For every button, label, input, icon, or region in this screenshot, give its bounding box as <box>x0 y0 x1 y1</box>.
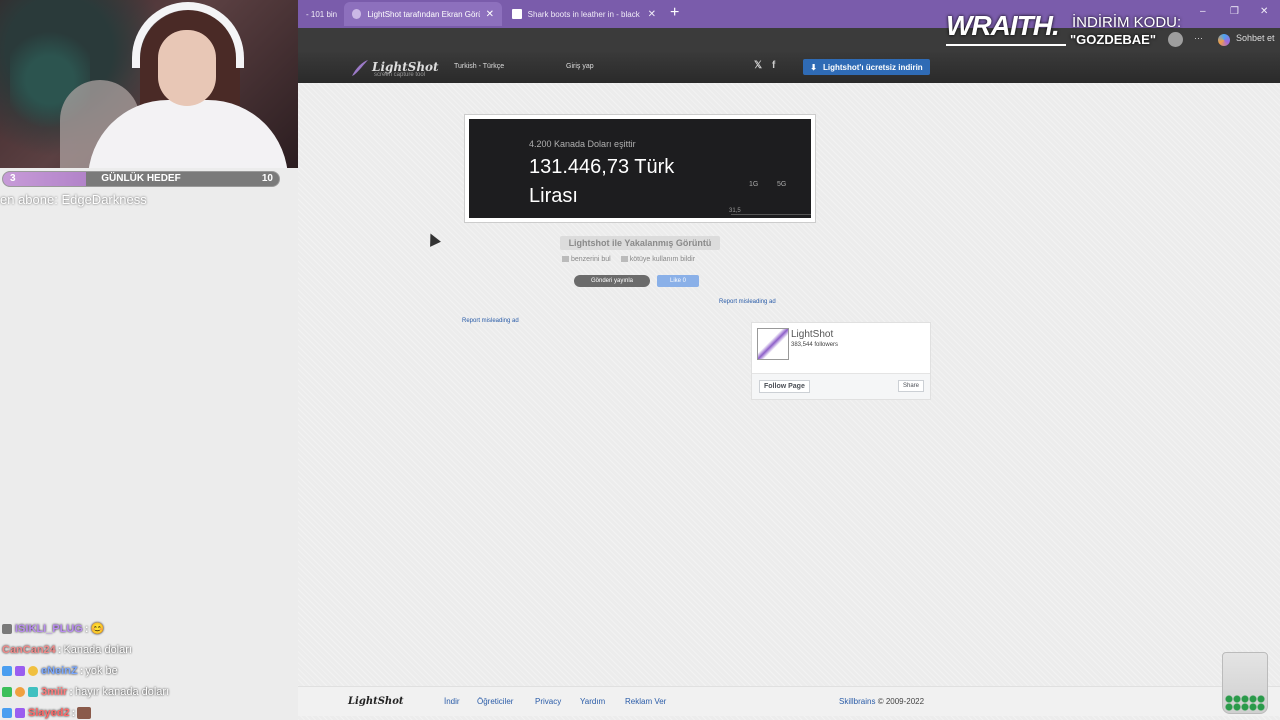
footer-link-advertise[interactable]: Reklam Ver <box>625 697 666 706</box>
page-title: Lightshot ile Yakalanmış Görüntü <box>560 236 720 250</box>
chat-text: hayır kanada doları <box>74 685 170 698</box>
flag-icon <box>620 256 628 263</box>
site-header: LightShot screen capture tool Turkish - … <box>298 52 1280 83</box>
range-1g: 1G <box>749 181 759 188</box>
fb-widget-footer: Follow Page Share <box>752 373 930 399</box>
follow-page-button[interactable]: Follow Page <box>759 380 810 393</box>
cup-overlay-icon <box>1222 652 1268 714</box>
range-5g: 5G <box>777 181 787 188</box>
webcam-feed <box>0 0 298 168</box>
badge-icon <box>15 686 25 697</box>
chat-message: Slayed2: <box>2 702 292 720</box>
browser-tab-bar: - 101 bin ✕ LightShot tarafından Ekran G… <box>298 0 1280 28</box>
goal-target: 10 <box>261 173 273 184</box>
chat-user: CanCan24 <box>2 643 56 656</box>
chat-user: ISIKLI_PLUG <box>15 622 83 635</box>
chat-user: 3miir <box>41 685 68 698</box>
feather-icon <box>352 60 368 76</box>
download-button[interactable]: ⬇ Lightshot'ı ücretsiz indirin <box>803 59 930 75</box>
tab-shark-boots[interactable]: Shark boots in leather in - black | C ✕ <box>504 2 664 26</box>
like-label: Like 0 <box>669 278 686 284</box>
conversion-result: 131.446,73 Türk Lirası <box>529 156 675 207</box>
chat-message: CanCan24: Kanada doları <box>2 643 132 656</box>
restore-icon[interactable]: ❐ <box>1230 6 1239 17</box>
tab-title: Shark boots in leather in - black | C <box>527 9 642 19</box>
tab-title: LightShot tarafından Ekran Görüntü <box>367 9 479 19</box>
close-window-icon[interactable]: ✕ <box>1260 6 1268 17</box>
badge-icon <box>2 623 12 634</box>
badge-icon <box>2 707 12 718</box>
tweet-button[interactable]: Gönderi yayınla <box>574 275 650 287</box>
badge-icon <box>15 707 25 718</box>
clover-icon <box>1225 695 1265 711</box>
chat-text: Kanada doları <box>63 643 132 656</box>
chat-message: eNeinZ: yok be <box>2 660 292 681</box>
badge-icon <box>2 665 12 676</box>
footer-link-download[interactable]: İndir <box>444 697 460 706</box>
captured-screenshot[interactable]: 4.200 Kanada Doları eşittir 131.446,73 T… <box>469 119 811 218</box>
tab-title: - 101 bin <box>306 9 338 19</box>
emote-icon <box>77 706 92 719</box>
fb-page-name[interactable]: LightShot <box>791 329 833 340</box>
facebook-page-widget: LightShot 383,544 followers Follow Page … <box>751 322 931 400</box>
download-label: Lightshot'ı ücretsiz indirin <box>823 62 923 72</box>
footer-link-tutorials[interactable]: Öğreticiler <box>477 697 513 706</box>
daily-goal-bar: 3 GÜNLÜK HEDEF 10 <box>2 171 280 187</box>
tab-lightshot[interactable]: LightShot tarafından Ekran Görüntü ✕ <box>344 2 502 26</box>
chat-user: Slayed2 <box>28 706 70 719</box>
conversion-subtitle: 4.200 Kanada Doları eşittir <box>529 139 636 149</box>
download-icon: ⬇ <box>810 62 817 72</box>
stream-chat: ISIKLI_PLUG: 😊 CanCan24: Kanada doları e… <box>2 618 292 720</box>
profile-icon[interactable] <box>1168 32 1183 47</box>
close-icon[interactable]: ✕ <box>648 9 656 20</box>
badge-icon <box>28 686 38 697</box>
footer-link-privacy[interactable]: Privacy <box>535 697 561 706</box>
fb-followers: 383,544 followers <box>791 342 839 348</box>
more-menu-icon[interactable]: ··· <box>1194 33 1203 43</box>
copilot-icon[interactable] <box>1218 34 1230 46</box>
footer-logo[interactable]: LightShot <box>348 696 404 707</box>
minimize-icon[interactable]: – <box>1200 6 1206 17</box>
skillbrains-link[interactable]: Skillbrains <box>839 697 875 706</box>
chat-text: yok be <box>85 664 118 677</box>
logo-tagline: screen capture tool <box>374 72 426 78</box>
report-abuse-link[interactable]: kötüye kullanım bildir <box>620 256 695 263</box>
badge-icon <box>15 665 25 676</box>
goal-title: GÜNLÜK HEDEF <box>101 173 181 184</box>
find-similar-link[interactable]: benzerini bul <box>562 256 611 263</box>
chat-message: ISIKLI_PLUG: 😊 <box>2 618 292 639</box>
image-icon <box>562 256 569 263</box>
share-button[interactable]: Share <box>897 380 924 392</box>
browser-toolbar: ··· Sohbet et <box>298 28 1280 52</box>
page-favicon-icon <box>512 9 522 19</box>
badge-icon <box>2 686 12 697</box>
report-ad-link-left[interactable]: Report misleading ad <box>462 318 519 324</box>
new-tab-icon[interactable]: + <box>670 4 679 22</box>
headset-icon <box>132 2 244 68</box>
close-icon[interactable]: ✕ <box>486 9 494 20</box>
badge-icon <box>28 665 38 676</box>
screenshot-frame: 4.200 Kanada Doları eşittir 131.446,73 T… <box>464 114 816 223</box>
language-select[interactable]: Turkish - Türkçe <box>454 63 504 70</box>
login-link[interactable]: Giriş yap <box>566 63 594 70</box>
lightshot-logo[interactable]: LightShot screen capture tool <box>350 58 439 78</box>
new-subscriber-alert: en abone: EdgeDarkness <box>0 192 147 207</box>
lightshot-page-avatar[interactable] <box>757 328 789 360</box>
chart-axis <box>731 214 811 215</box>
lightshot-favicon-icon <box>352 9 362 19</box>
footer-link-help[interactable]: Yardım <box>580 697 605 706</box>
chat-message: 3miir: hayır kanada doları <box>2 681 292 702</box>
facebook-icon[interactable]: f <box>772 60 775 71</box>
tweet-label: Gönderi yayınla <box>590 278 634 284</box>
chat-user: eNeinZ <box>41 664 78 677</box>
chat-text: 😊 <box>90 623 105 635</box>
like-button[interactable]: Like 0 <box>657 275 699 287</box>
copyright: Skillbrains © 2009-2022 <box>839 697 925 706</box>
site-footer: LightShot İndir Öğreticiler Privacy Yard… <box>298 686 1280 716</box>
report-ad-link-right[interactable]: Report misleading ad <box>719 299 776 305</box>
image-actions: benzerini bul kötüye kullanım bildir <box>562 256 695 263</box>
twitter-icon[interactable]: 𝕏 <box>754 60 762 71</box>
chat-button[interactable]: Sohbet et <box>1236 33 1275 43</box>
